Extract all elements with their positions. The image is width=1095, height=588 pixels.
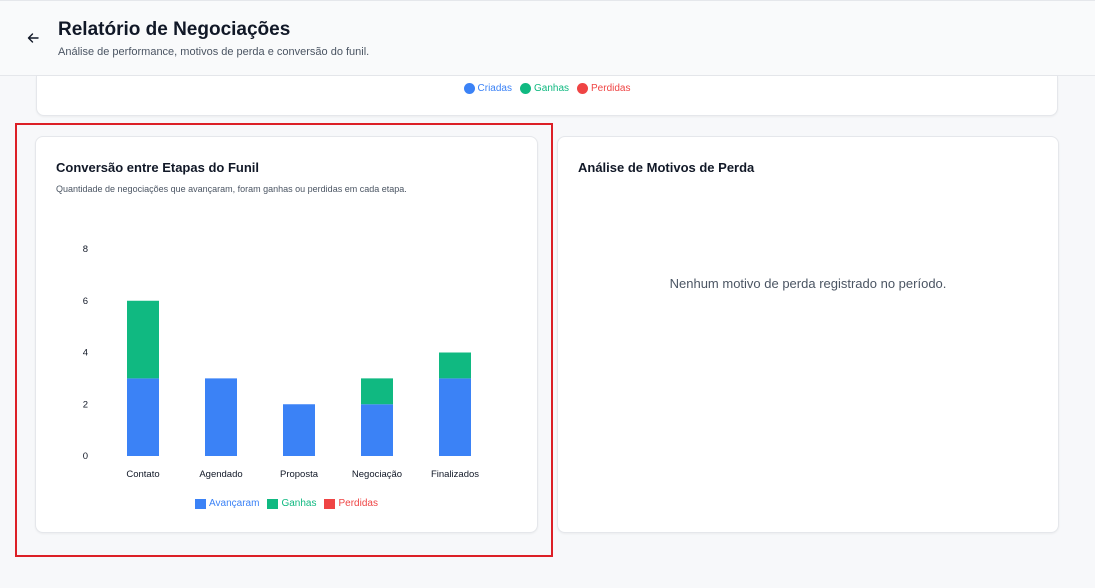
page-title: Relatório de Negociações	[58, 19, 291, 40]
page-subtitle: Análise de performance, motivos de perda…	[58, 46, 370, 58]
legend-item-criadas[interactable]: Criadas	[463, 83, 512, 94]
page-header: Relatório de Negociações Análise de perf…	[0, 0, 1095, 76]
legend-dot	[463, 83, 475, 94]
legend-dot	[519, 83, 531, 94]
legend-label: Criadas	[477, 83, 512, 94]
arrow-left-icon	[27, 33, 39, 43]
highlight-box	[15, 123, 553, 557]
back-button[interactable]	[24, 29, 42, 47]
legend-item-ganhas[interactable]: Ganhas	[519, 83, 570, 94]
summary-chart-legend: Criadas Ganhas Perdidas	[37, 83, 1057, 94]
summary-chart-card: Criadas Ganhas Perdidas	[36, 76, 1058, 116]
loss-reasons-card: Análise de Motivos de Perda Nenhum motiv…	[557, 136, 1059, 533]
legend-label: Ganhas	[533, 83, 570, 94]
legend-item-perdidas[interactable]: Perdidas	[577, 83, 630, 94]
empty-state-message: Nenhum motivo de perda registrado no per…	[669, 276, 947, 291]
legend-label: Perdidas	[591, 83, 631, 94]
card-title: Análise de Motivos de Perda	[578, 160, 755, 175]
legend-dot	[577, 83, 589, 94]
